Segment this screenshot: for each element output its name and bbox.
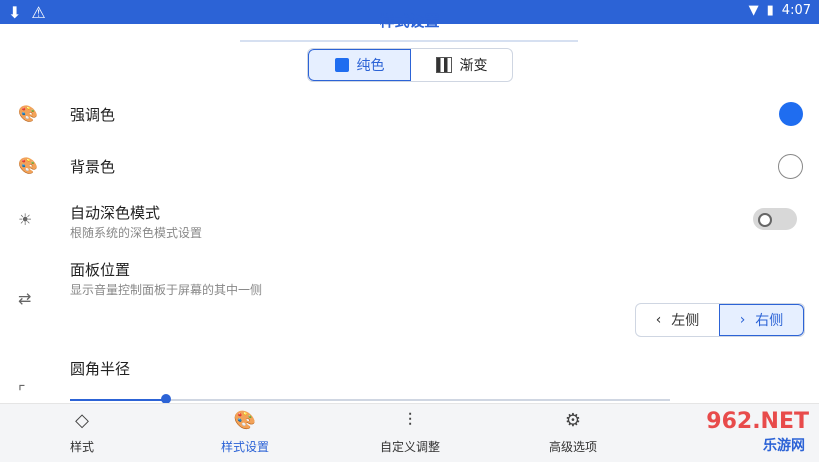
left-side-button[interactable]: ‹ 左侧 (636, 304, 719, 336)
fill-mode-segment: 纯色 渐变 (307, 48, 513, 82)
tab-gradient[interactable]: 渐变 (411, 49, 512, 81)
rounded-corner-icon: ⌜ (18, 382, 26, 401)
nav-style-settings[interactable]: 🎨 样式设置 (185, 404, 305, 462)
tab-gradient-label: 渐变 (459, 58, 488, 74)
gradient-icon (435, 57, 452, 73)
panel-position-label: 面板位置 (70, 261, 131, 279)
swap-horizontal-icon: ⇄ (18, 289, 32, 308)
title-bar: 样式设置 (0, 0, 819, 44)
palette-icon: 🎨 (233, 410, 257, 431)
watermark-top: 962.NET (706, 409, 809, 434)
sliders-icon: ⫶ (407, 410, 413, 431)
brightness-icon: ☀ (18, 210, 33, 229)
auto-dark-row[interactable]: ☀ 自动深色模式 根随系统的深色模式设置 (0, 200, 819, 242)
accent-color-row[interactable]: 🎨 强调色 (0, 100, 819, 128)
nav-custom-adjust[interactable]: ⫶ 自定义调整 (350, 404, 470, 462)
panel-position-description: 显示音量控制面板于屏幕的其中一侧 (70, 283, 263, 297)
auto-dark-toggle[interactable] (753, 208, 797, 230)
background-color-label: 背景色 (70, 158, 116, 176)
watermark-logo: 962.NET 乐游网 (701, 409, 811, 455)
palette-background-icon: 🎨 (18, 156, 38, 175)
nav-advanced-label: 高级选项 (548, 440, 597, 454)
chevron-left-icon: ‹ (655, 312, 662, 328)
corner-radius-label: 圆角半径 (70, 360, 131, 378)
solid-color-icon (334, 58, 349, 72)
chevron-right-icon: › (739, 312, 746, 328)
panel-position-segment: ‹ 左侧 › 右侧 (635, 303, 805, 337)
styles-icon: ◇ (75, 410, 89, 431)
nav-advanced[interactable]: ⚙ 高级选项 (513, 404, 633, 462)
page-title: 样式设置 (379, 12, 440, 30)
background-color-swatch[interactable] (778, 154, 803, 179)
toggle-knob (758, 213, 772, 227)
right-side-label: 右侧 (755, 313, 784, 329)
auto-dark-label: 自动深色模式 (70, 204, 161, 222)
title-underline (240, 40, 578, 42)
corner-radius-slider-fill (70, 399, 166, 401)
nav-styles-label: 样式 (69, 440, 94, 454)
background-color-row[interactable]: 🎨 背景色 (0, 152, 819, 180)
right-side-button[interactable]: › 右侧 (719, 304, 804, 336)
tab-solid-label: 纯色 (356, 58, 385, 74)
corner-radius-row: ⌜ 圆角半径 (0, 356, 819, 402)
left-side-label: 左侧 (671, 313, 700, 329)
auto-dark-description: 根随系统的深色模式设置 (70, 226, 203, 240)
tab-solid[interactable]: 纯色 (308, 49, 411, 81)
watermark-bottom: 乐游网 (763, 438, 805, 454)
nav-custom-adjust-label: 自定义调整 (379, 440, 440, 454)
nav-styles[interactable]: ◇ 样式 (22, 404, 142, 462)
bottom-navigation: ◇ 样式 🎨 样式设置 ⫶ 自定义调整 ⚙ 高级选项 (0, 403, 819, 462)
nav-style-settings-label: 样式设置 (220, 440, 269, 454)
gear-icon: ⚙ (564, 410, 582, 431)
accent-color-swatch[interactable] (779, 102, 803, 126)
palette-accent-icon: 🎨 (18, 104, 38, 123)
accent-color-label: 强调色 (70, 106, 116, 124)
